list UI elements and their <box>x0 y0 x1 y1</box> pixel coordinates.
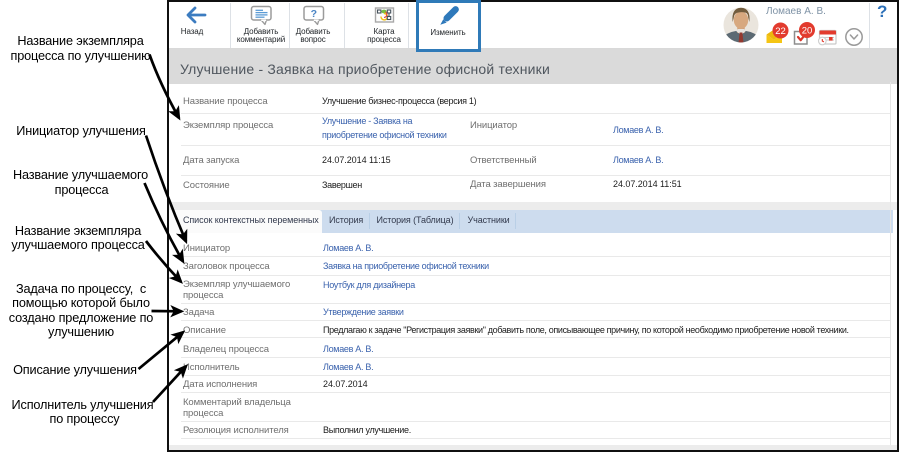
svg-text:?: ? <box>311 8 317 20</box>
svg-text:20: 20 <box>802 26 813 37</box>
svg-text:22: 22 <box>775 26 786 37</box>
